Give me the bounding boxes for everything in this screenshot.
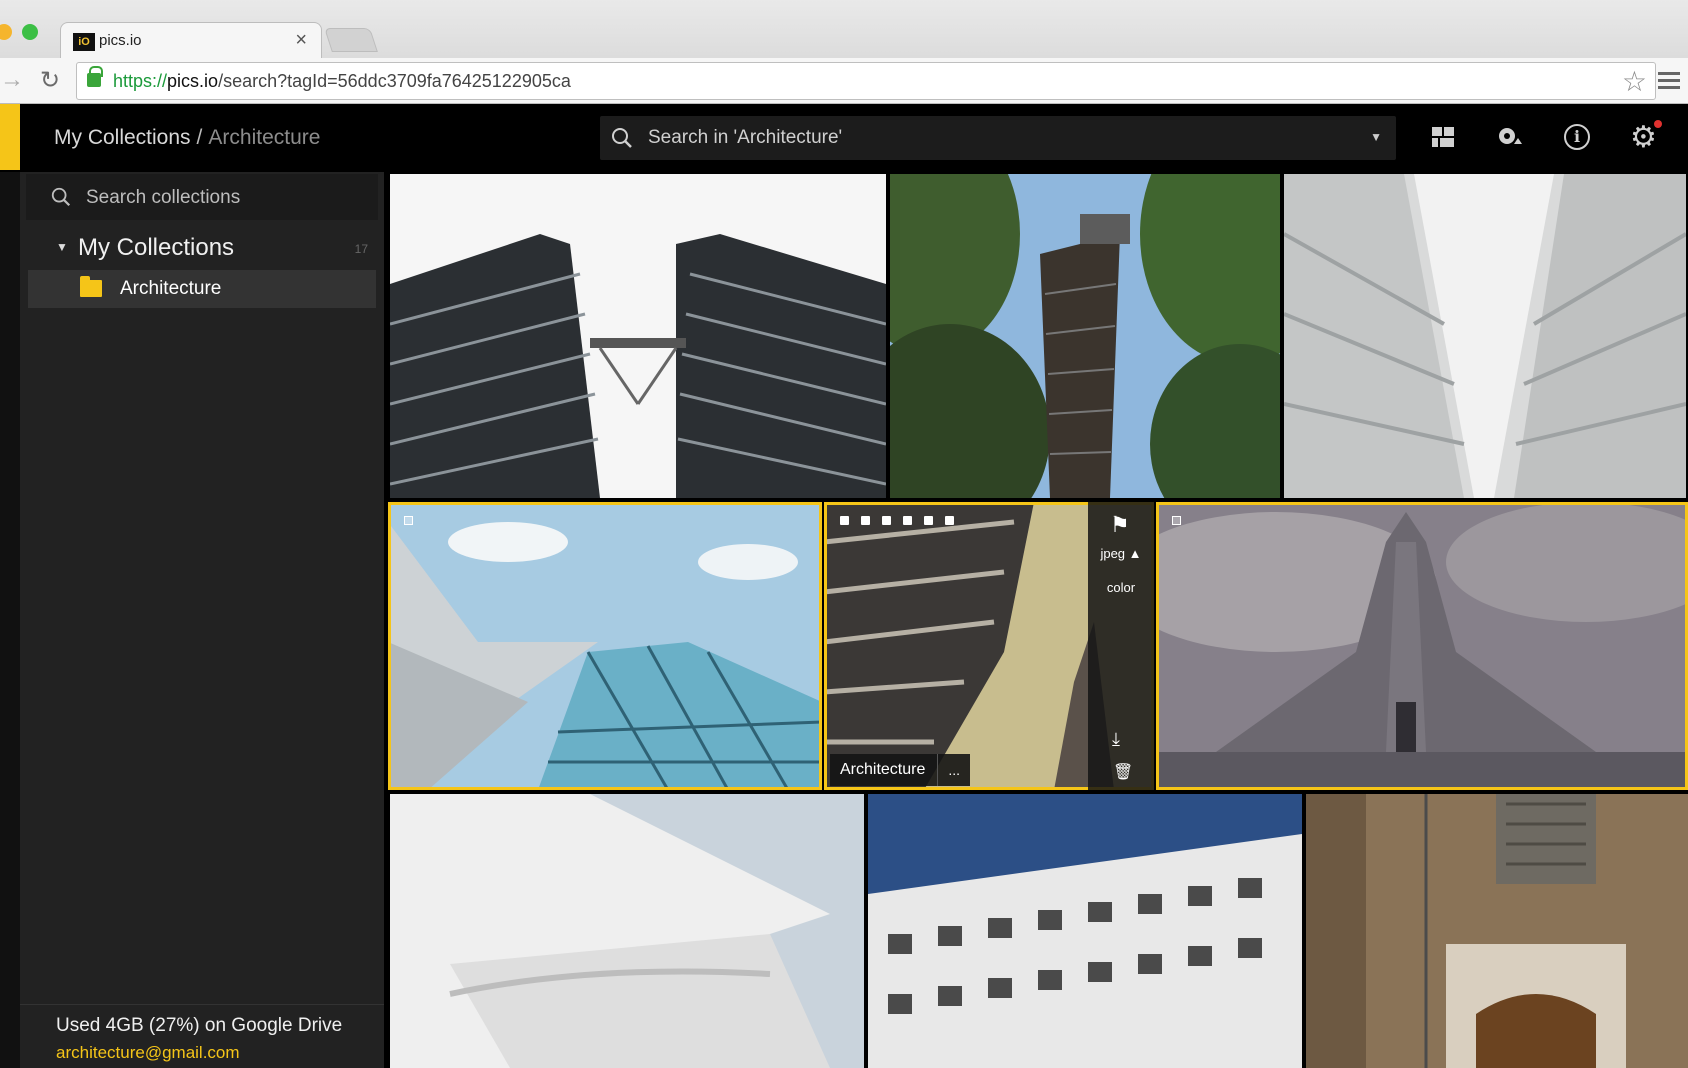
image-thumbnail[interactable] <box>1284 174 1686 498</box>
folder-icon <box>80 276 102 297</box>
forest-tower-image <box>890 174 1280 498</box>
tab-title: pics.io <box>99 32 142 49</box>
expand-triangle-icon[interactable]: ▼ <box>56 240 68 254</box>
info-icon[interactable]: i <box>1564 124 1590 150</box>
image-thumbnail-active[interactable]: ⚑ jpeg ▲ color ⤓ 🗑 Architecture ... <box>824 502 1154 790</box>
collections-sidebar: Search collections ▼ My Collections 17 A… <box>20 172 384 1068</box>
image-thumbnail[interactable] <box>390 174 886 498</box>
tab-close-icon[interactable]: × <box>295 29 307 52</box>
breadcrumb-root-link[interactable]: My Collections <box>54 126 191 149</box>
lock-icon <box>87 66 103 87</box>
file-format: jpeg <box>1100 546 1126 561</box>
account-email-link[interactable]: architecture@gmail.com <box>56 1043 240 1063</box>
petronas-towers-image <box>390 174 886 498</box>
maximize-window-button[interactable] <box>22 24 38 40</box>
brand-strip <box>0 104 20 170</box>
left-gutter <box>0 172 20 1068</box>
download-icon[interactable]: ⤓ <box>1112 729 1120 750</box>
select-checkbox[interactable] <box>1172 516 1181 525</box>
white-corridor-image <box>1284 174 1686 498</box>
url-host: pics.io <box>167 71 219 91</box>
image-thumbnail[interactable] <box>890 174 1280 498</box>
balconies-building-image <box>868 794 1302 1068</box>
notification-dot <box>1654 120 1662 128</box>
breadcrumb-separator: / <box>196 126 203 149</box>
storage-footer: Used 4GB (27%) on Google Drive architect… <box>20 1004 384 1068</box>
old-facade-image <box>1306 794 1688 1068</box>
search-collections-input[interactable]: Search collections <box>26 174 378 220</box>
tag-search-icon[interactable] <box>1496 124 1524 152</box>
picsio-favicon-icon: iO <box>73 33 95 51</box>
collection-tag[interactable]: Architecture ... <box>830 754 971 786</box>
grid-view-icon[interactable] <box>1430 124 1458 152</box>
multi-select-dots[interactable] <box>840 516 954 525</box>
search-icon <box>612 128 632 148</box>
google-drive-icon: ▲ <box>1128 546 1142 561</box>
search-placeholder: Search in 'Architecture' <box>648 127 843 148</box>
url-scheme: https:// <box>113 71 168 91</box>
search-collections-placeholder: Search collections <box>86 187 241 208</box>
collection-root-my-collections[interactable]: ▼ My Collections 17 <box>20 228 384 268</box>
image-thumbnail[interactable] <box>388 502 822 790</box>
app-window: My Collections / Architecture Search in 'A… <box>0 104 1688 1068</box>
select-checkbox[interactable] <box>404 516 413 525</box>
search-dropdown-icon[interactable]: ▼ <box>1370 130 1382 144</box>
image-thumbnail[interactable] <box>868 794 1302 1068</box>
minimize-window-button[interactable] <box>0 24 12 40</box>
reload-icon[interactable]: ↻ <box>40 66 60 95</box>
image-gallery: ⚑ jpeg ▲ color ⤓ 🗑 Architecture ... <box>388 172 1688 1068</box>
breadcrumb: My Collections / Architecture <box>54 126 320 150</box>
white-curve-building-image <box>390 794 864 1068</box>
file-format-label: jpeg ▲ <box>1088 546 1154 561</box>
browser-menu-icon[interactable] <box>1658 72 1680 90</box>
church-image <box>1156 502 1688 790</box>
collection-item-architecture[interactable]: Architecture <box>28 270 376 308</box>
browser-tab-bar: iO pics.io × <box>0 0 1688 60</box>
forward-arrow-icon[interactable]: → <box>0 66 24 94</box>
bookmark-star-icon[interactable]: ☆ <box>1622 65 1647 98</box>
color-label[interactable]: color <box>1088 580 1154 595</box>
collection-count: 17 <box>354 242 368 256</box>
url-path: /search?tagId=56ddc3709fa76425122905ca <box>218 71 571 91</box>
collection-item-label: Architecture <box>120 278 222 299</box>
breadcrumb-current: Architecture <box>208 126 321 149</box>
app-header: My Collections / Architecture Search in 'A… <box>0 104 1688 172</box>
browser-toolbar: → ↻ https://pics.io/search?tagId=56ddc37… <box>0 58 1688 104</box>
url-text[interactable]: https://pics.io/search?tagId=56ddc3709fa… <box>113 71 571 92</box>
trash-icon[interactable]: 🗑 <box>1113 762 1133 782</box>
flag-icon[interactable]: ⚑ <box>1110 512 1130 538</box>
collection-root-label: My Collections <box>78 234 235 261</box>
search-input[interactable]: Search in 'Architecture' ▼ <box>600 116 1396 160</box>
glass-building-image <box>388 502 822 790</box>
storage-usage: Used 4GB (27%) on Google Drive <box>56 1015 343 1036</box>
address-bar[interactable]: https://pics.io/search?tagId=56ddc3709fa… <box>76 62 1656 100</box>
image-thumbnail[interactable] <box>1306 794 1688 1068</box>
browser-tab[interactable]: iO pics.io × <box>60 22 322 60</box>
search-icon <box>51 187 71 207</box>
image-thumbnail[interactable] <box>390 794 864 1068</box>
image-thumbnail[interactable] <box>1156 502 1688 790</box>
collection-tag-more-button[interactable]: ... <box>937 754 960 786</box>
collection-tag-label: Architecture <box>840 761 926 778</box>
thumbnail-action-panel: ⚑ jpeg ▲ color ⤓ 🗑 <box>1088 502 1154 790</box>
new-tab-button[interactable] <box>324 28 378 52</box>
